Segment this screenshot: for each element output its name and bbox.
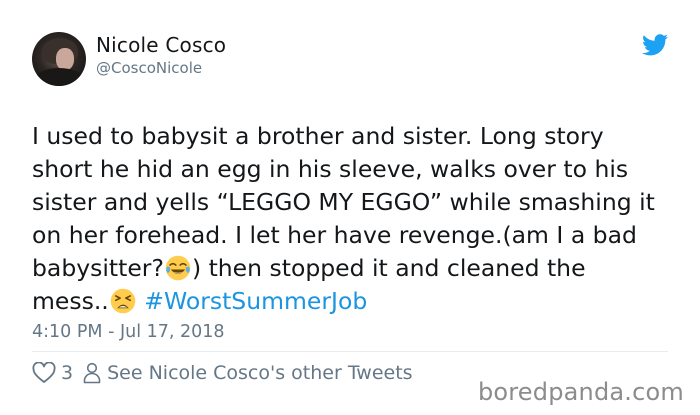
tweet-text: I used to babysit a brother and sister. … [32, 120, 682, 318]
face-with-tears-of-joy-icon [165, 255, 191, 281]
tweet-card: Nicole Cosco @CoscoNicole I used to baby… [0, 0, 700, 415]
author-name[interactable]: Nicole Cosco [96, 33, 226, 57]
like-count[interactable]: 3 [61, 362, 73, 384]
twitter-bird-icon[interactable] [642, 34, 668, 56]
tweet-line-1: I used to babysit a brother and sister. … [32, 122, 604, 150]
tweet-timestamp[interactable]: 4:10 PM - Jul 17, 2018 [32, 322, 225, 342]
tweet-line-6-start: mess.. [32, 287, 109, 315]
tweet-line-4: on her forehead. I let her have revenge.… [32, 221, 637, 249]
heart-icon[interactable] [32, 362, 56, 384]
author-handle[interactable]: @CoscoNicole [96, 59, 202, 77]
hashtag-link[interactable]: #WorstSummerJob [144, 287, 367, 315]
person-icon [83, 362, 101, 384]
tweet-actions: 3 See Nicole Cosco's other Tweets [32, 360, 413, 386]
tweet-line-5-start: babysitter? [32, 254, 164, 282]
divider [32, 351, 668, 352]
other-tweets-link[interactable]: See Nicole Cosco's other Tweets [107, 362, 412, 384]
tweet-line-3: sister and yells “LEGGO MY EGGO” while s… [32, 188, 655, 216]
tweet-line-6: mess.. #WorstSummerJob [32, 285, 682, 318]
tweet-line-5-end: ) then stopped it and cleaned the [191, 254, 586, 282]
boredpanda-watermark: boredpanda.com [477, 378, 684, 406]
tweet-line-5: babysitter? ) then stopped it and cleane… [32, 252, 682, 285]
tired-face-icon [110, 288, 136, 314]
avatar[interactable] [32, 32, 86, 86]
tweet-line-2: short he hid an egg in his sleeve, walks… [32, 155, 629, 183]
